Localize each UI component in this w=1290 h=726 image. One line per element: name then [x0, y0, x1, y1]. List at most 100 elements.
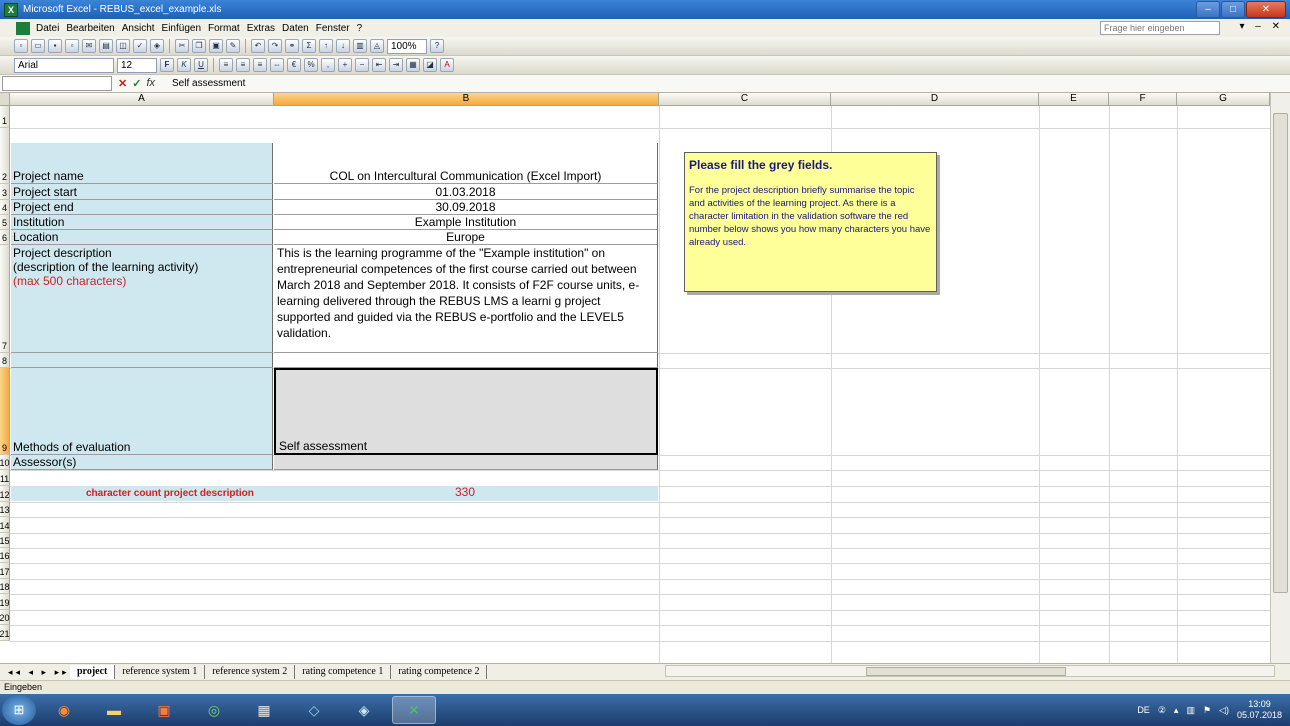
column-header-g[interactable]: G	[1177, 93, 1270, 106]
cell-b8[interactable]	[274, 353, 658, 368]
drawing-icon[interactable]: ◬	[370, 39, 384, 53]
minimize-button[interactable]: –	[1196, 1, 1220, 18]
research-icon[interactable]: ◈	[150, 39, 164, 53]
workbook-controls[interactable]: ▾ – ✕	[1239, 21, 1284, 32]
cell-a5[interactable]: Institution	[11, 215, 273, 230]
name-box[interactable]	[2, 76, 112, 91]
tab-navigation[interactable]: ◂◂ ◂ ▸ ▸▸	[0, 667, 70, 678]
volume-icon[interactable]: ◁)	[1219, 705, 1229, 716]
increase-indent-icon[interactable]: ⇥	[389, 58, 403, 72]
thousands-icon[interactable]: ,	[321, 58, 335, 72]
italic-icon[interactable]: K	[177, 58, 191, 72]
redo-icon[interactable]: ↷	[268, 39, 282, 53]
row-header[interactable]: 16	[0, 548, 10, 563]
select-all-corner[interactable]	[0, 93, 10, 106]
hscroll-thumb[interactable]	[866, 667, 1066, 676]
menu-bearbeiten[interactable]: Bearbeiten	[66, 23, 114, 34]
workbook-icon[interactable]	[16, 21, 30, 35]
align-left-icon[interactable]: ≡	[219, 58, 233, 72]
merge-center-icon[interactable]: ⇔	[270, 58, 284, 72]
cancel-icon[interactable]: ✕	[118, 77, 127, 90]
formula-input[interactable]: Self assessment	[167, 78, 245, 89]
cell-a8[interactable]	[11, 353, 273, 368]
percent-icon[interactable]: %	[304, 58, 318, 72]
menu-extras[interactable]: Extras	[247, 23, 275, 34]
decrease-decimal-icon[interactable]: −	[355, 58, 369, 72]
open-icon[interactable]: ▭	[31, 39, 45, 53]
tab-rating-competence-2[interactable]: rating competence 2	[391, 665, 488, 679]
format-painter-icon[interactable]: ✎	[226, 39, 240, 53]
row-header[interactable]: 9	[0, 368, 10, 455]
flag-icon[interactable]: ⚑	[1203, 705, 1211, 716]
copy-icon[interactable]: ❐	[192, 39, 206, 53]
email-icon[interactable]: ✉	[82, 39, 96, 53]
column-header-f[interactable]: F	[1109, 93, 1177, 106]
column-header-c[interactable]: C	[659, 93, 831, 106]
new-icon[interactable]: ▫	[14, 39, 28, 53]
chrome-icon[interactable]: ◎	[192, 696, 236, 724]
preview-icon[interactable]: ◫	[116, 39, 130, 53]
vertical-scrollbar[interactable]	[1270, 93, 1290, 663]
row-header[interactable]: 8	[0, 353, 10, 368]
cell-b5[interactable]: Example Institution	[274, 215, 658, 230]
cell-a4[interactable]: Project end	[11, 200, 273, 215]
zoom-select[interactable]: 100%	[387, 38, 427, 54]
menu-format[interactable]: Format	[208, 23, 240, 34]
row-header[interactable]: 3	[0, 184, 10, 200]
save-icon[interactable]: ▪	[48, 39, 62, 53]
menu-einfuegen[interactable]: Einfügen	[162, 23, 201, 34]
clock[interactable]: 13:09 05.07.2018	[1237, 699, 1282, 721]
ask-question-input[interactable]: Frage hier eingeben	[1100, 21, 1220, 35]
spelling-icon[interactable]: ✓	[133, 39, 147, 53]
font-name-select[interactable]: Arial	[14, 57, 114, 73]
column-header-a[interactable]: A	[10, 93, 274, 106]
spreadsheet-grid[interactable]: A B C D E F G 1 2 3 4 5 6 7 8 9 10 11 12…	[0, 93, 1270, 663]
borders-icon[interactable]: ▦	[406, 58, 420, 72]
cell-b6[interactable]: Europe	[274, 230, 658, 245]
folder-icon[interactable]: ▬	[92, 696, 136, 724]
cell-a3[interactable]: Project start	[11, 184, 273, 200]
font-size-select[interactable]: 12	[117, 57, 157, 73]
row-header[interactable]: 1	[0, 106, 10, 128]
menu-datei[interactable]: Datei	[36, 23, 59, 34]
font-color-icon[interactable]: A	[440, 58, 454, 72]
cube-app-icon[interactable]: ◈	[342, 696, 386, 724]
cell-a10[interactable]: Assessor(s)	[11, 455, 273, 470]
maximize-button[interactable]: □	[1221, 1, 1245, 18]
row-header[interactable]: 15	[0, 533, 10, 548]
tab-reference-system-2[interactable]: reference system 2	[205, 665, 296, 679]
menu-fenster[interactable]: Fenster	[316, 23, 350, 34]
media-icon[interactable]: ▣	[142, 696, 186, 724]
cell-a9[interactable]: Methods of evaluation	[11, 368, 273, 455]
cell-b7[interactable]: This is the learning programme of the "E…	[274, 245, 658, 353]
cell-a2[interactable]: Project name	[11, 143, 273, 184]
row-header[interactable]: 13	[0, 502, 10, 517]
paste-icon[interactable]: ▣	[209, 39, 223, 53]
help-tray-icon[interactable]: ②	[1158, 705, 1166, 716]
cell-a7[interactable]: Project description (description of the …	[11, 245, 273, 353]
align-center-icon[interactable]: ≡	[236, 58, 250, 72]
hyperlink-icon[interactable]: ⚭	[285, 39, 299, 53]
cell-b2[interactable]: COL on Intercultural Communication (Exce…	[274, 143, 658, 184]
row-header[interactable]: 14	[0, 517, 10, 533]
tray-arrow-icon[interactable]: ▴	[1174, 705, 1179, 716]
insert-function-icon[interactable]: fx	[146, 77, 155, 90]
row-header[interactable]: 4	[0, 200, 10, 215]
tab-rating-competence-1[interactable]: rating competence 1	[295, 665, 392, 679]
row-header[interactable]: 11	[0, 470, 10, 486]
app-icon[interactable]: ◇	[292, 696, 336, 724]
row-header[interactable]: 10	[0, 455, 10, 470]
cut-icon[interactable]: ✂	[175, 39, 189, 53]
instruction-note[interactable]: Please fill the grey fields. For the pro…	[684, 152, 937, 292]
increase-decimal-icon[interactable]: +	[338, 58, 352, 72]
row-header[interactable]: 18	[0, 579, 10, 594]
cell-b9-active[interactable]: Self assessment	[274, 368, 658, 455]
help-icon[interactable]: ?	[430, 39, 444, 53]
permission-icon[interactable]: ▫	[65, 39, 79, 53]
row-header[interactable]: 2	[0, 128, 10, 184]
fill-color-icon[interactable]: ◪	[423, 58, 437, 72]
row-header[interactable]: 20	[0, 610, 10, 625]
cell-b12[interactable]: 330	[455, 485, 475, 499]
network-icon[interactable]: ▥	[1186, 705, 1195, 716]
align-right-icon[interactable]: ≡	[253, 58, 267, 72]
